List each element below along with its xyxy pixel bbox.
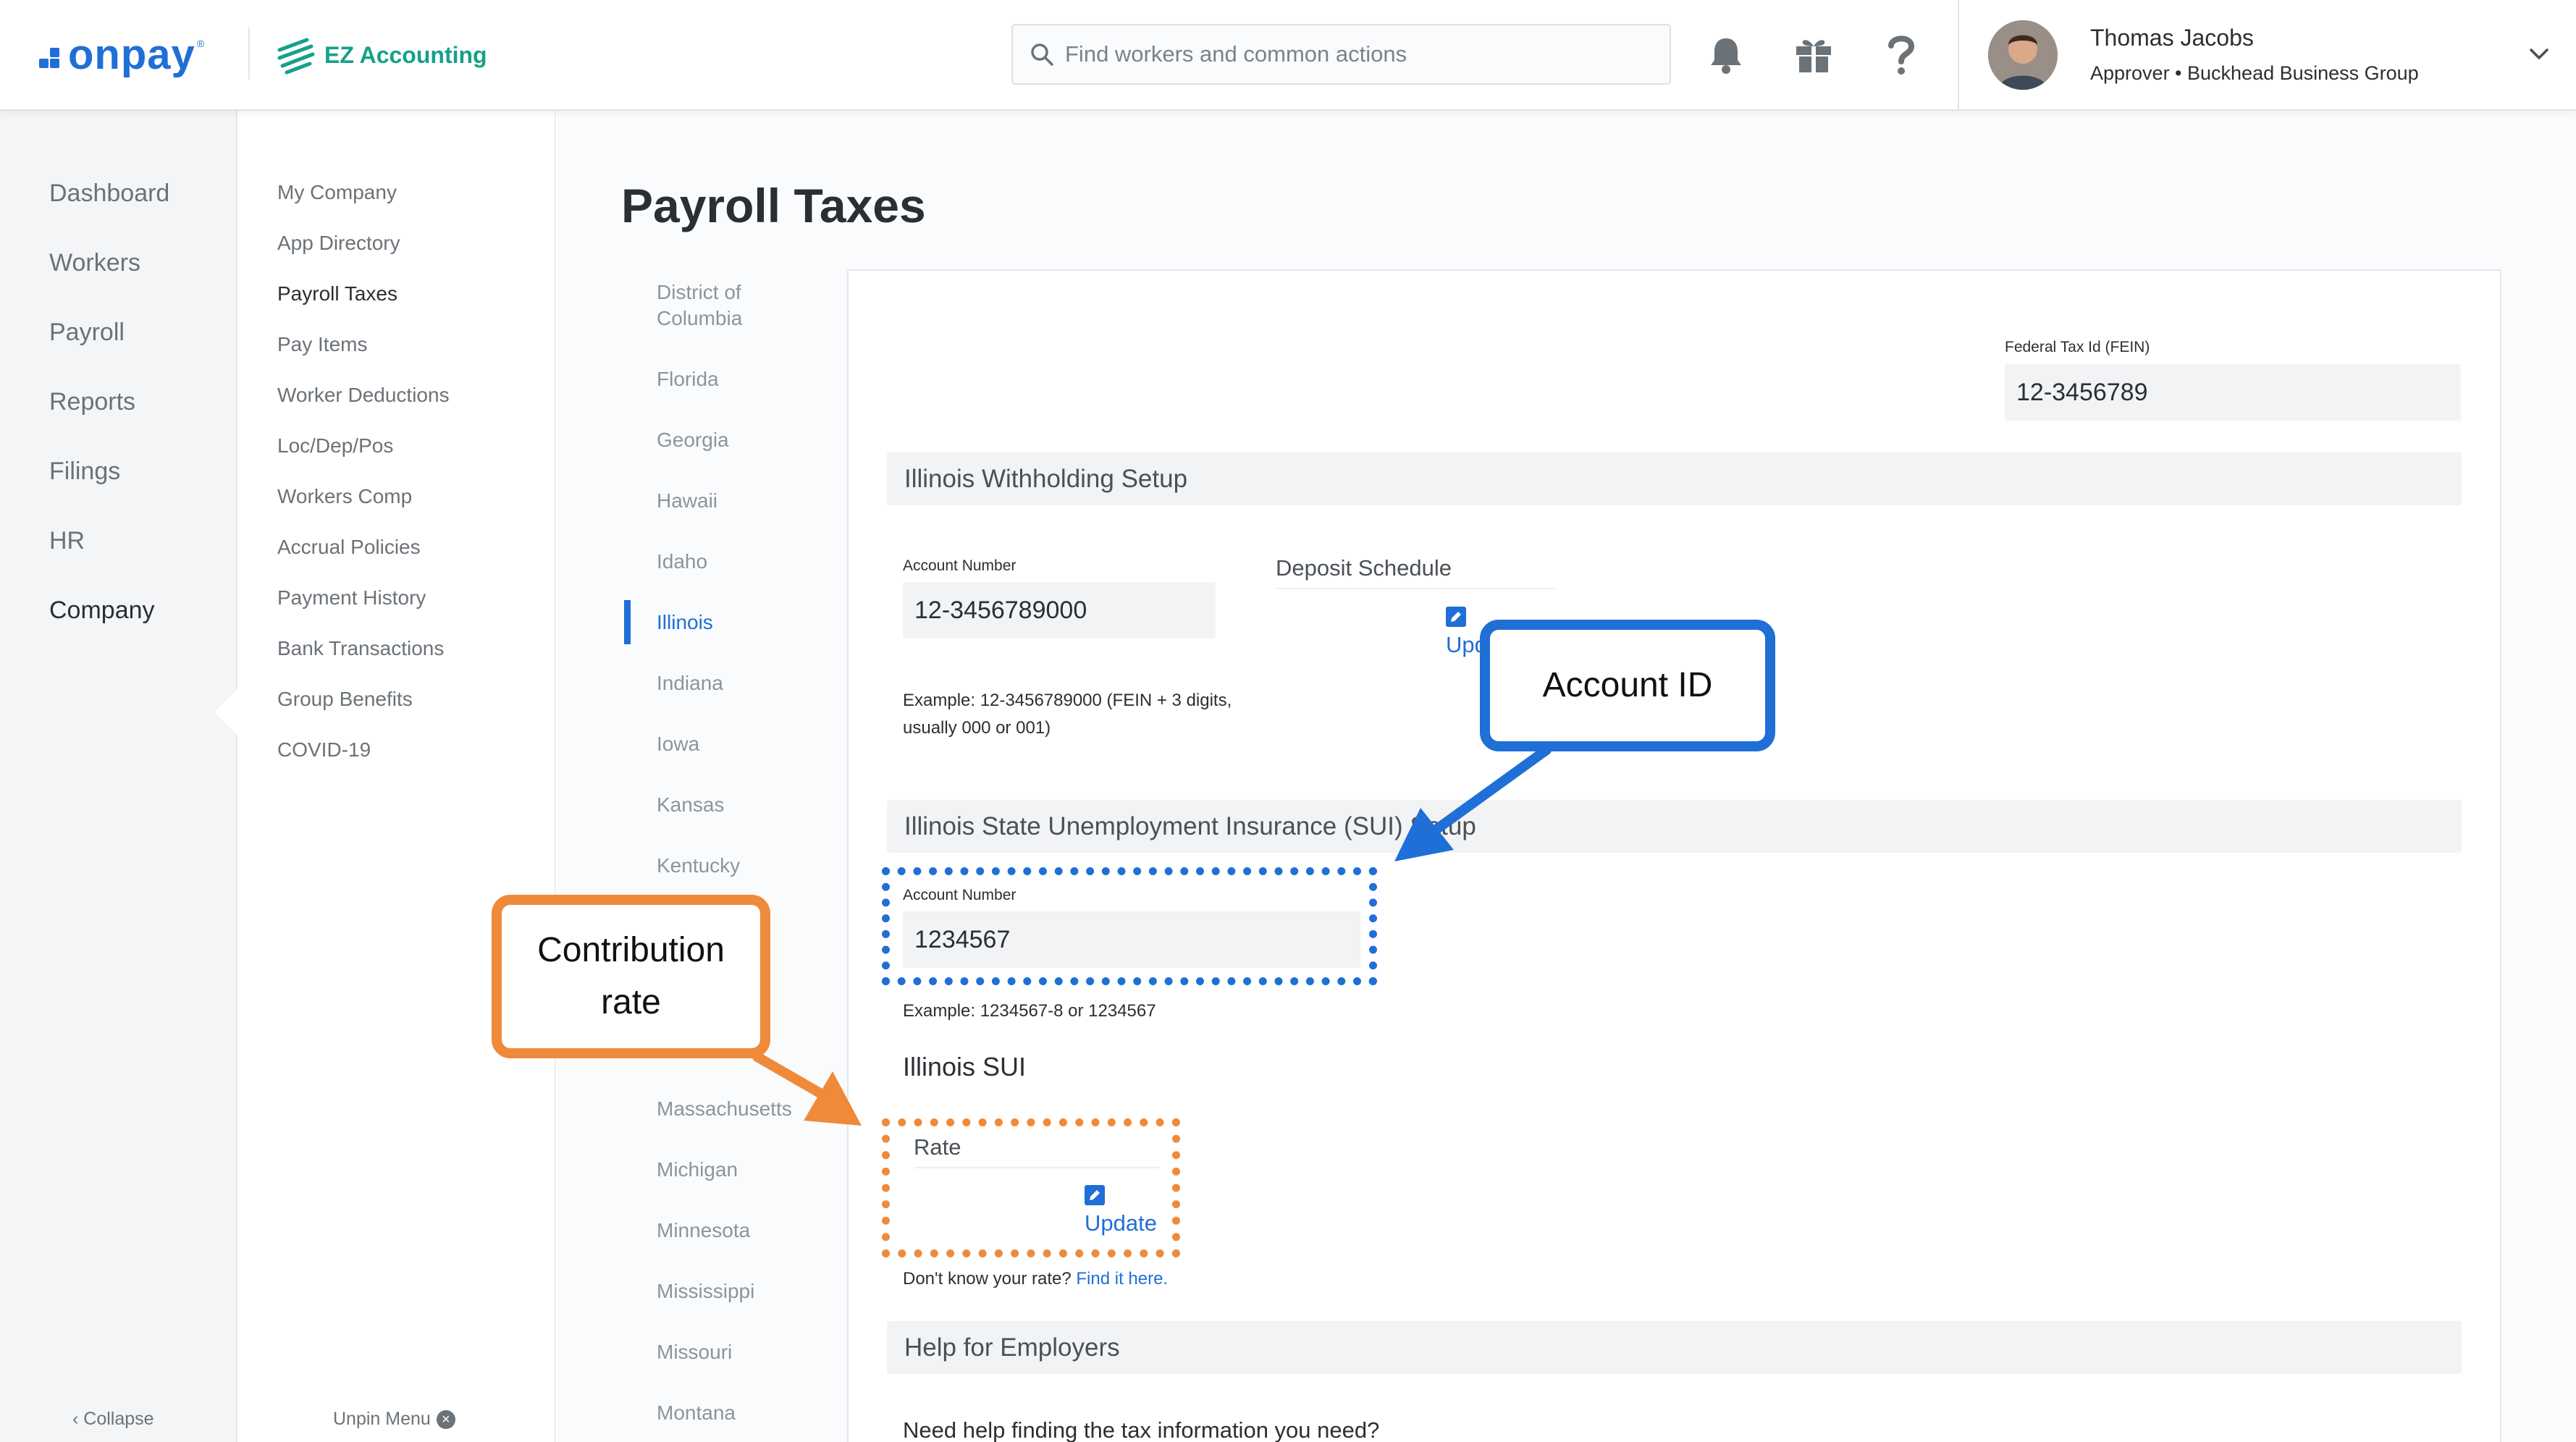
nav-item-workers[interactable]: Workers [49, 249, 140, 277]
fein-label: Federal Tax Id (FEIN) [2005, 339, 2150, 355]
state-item-hawaii[interactable]: Hawaii [657, 488, 717, 514]
logo-text: onpay [68, 30, 195, 78]
state-item-michigan[interactable]: Michigan [657, 1157, 738, 1183]
contribution-rate-callout-text: Contribution rate [537, 931, 725, 1021]
notifications-button[interactable] [1703, 32, 1749, 78]
main-navigation: Dashboard Workers Payroll Reports Filing… [0, 111, 239, 1442]
search-icon [1031, 43, 1053, 66]
unpin-menu-label: Unpin Menu [333, 1409, 431, 1429]
fein-field[interactable]: 12-3456789 [2005, 364, 2461, 421]
withholding-section-header: Illinois Withholding Setup [887, 452, 2462, 505]
logo-divider [248, 28, 250, 80]
ez-accounting-logo[interactable]: EZ Accounting [275, 32, 487, 78]
avatar[interactable] [1988, 20, 2058, 90]
subnav-item-bank-transactions[interactable]: Bank Transactions [277, 637, 444, 660]
nav-item-reports[interactable]: Reports [49, 388, 135, 416]
ez-accounting-text: EZ Accounting [324, 41, 487, 68]
subnav-item-covid-19[interactable]: COVID-19 [277, 738, 371, 762]
search-box[interactable] [1011, 24, 1671, 85]
sui-account-example: Example: 1234567-8 or 1234567 [903, 1001, 1156, 1021]
state-item-district-of-columbia[interactable]: District of Columbia [657, 279, 742, 332]
logo-registered-mark: ® [196, 38, 205, 49]
state-item-missouri[interactable]: Missouri [657, 1339, 732, 1365]
deposit-schedule-divider [1276, 588, 1555, 589]
logo-mark [39, 40, 64, 69]
page-title: Payroll Taxes [621, 179, 926, 232]
state-item-massachusetts[interactable]: Massachusetts [657, 1096, 792, 1122]
close-circle-icon: × [436, 1409, 455, 1429]
account-id-callout: Account ID [1480, 620, 1775, 751]
gifts-button[interactable] [1790, 32, 1837, 78]
state-item-illinois[interactable]: Illinois [657, 610, 713, 636]
search-input[interactable] [1065, 41, 1644, 67]
sui-rate-hint-text: Don't know your rate? [903, 1269, 1072, 1289]
find-rate-link[interactable]: Find it here. [1076, 1269, 1168, 1289]
help-icon [1888, 35, 1915, 75]
collapse-button[interactable]: ‹ Collapse [72, 1409, 154, 1430]
nav-item-company[interactable]: Company [49, 596, 155, 625]
withholding-account-example: Example: 12-3456789000 (FEIN + 3 digits,… [903, 691, 1232, 738]
state-item-georgia[interactable]: Georgia [657, 427, 729, 453]
subnav-item-payment-history[interactable]: Payment History [277, 586, 426, 610]
user-name: Thomas Jacobs [2090, 25, 2254, 51]
contribution-rate-callout: Contribution rate [492, 895, 770, 1058]
unpin-menu-button[interactable]: Unpin Menu × [333, 1409, 455, 1430]
subnav-item-loc-dep-pos[interactable]: Loc/Dep/Pos [277, 434, 393, 458]
withholding-account-field[interactable]: 12-3456789000 [903, 582, 1216, 638]
state-item-minnesota[interactable]: Minnesota [657, 1218, 750, 1244]
contribution-rate-highlight [882, 1118, 1180, 1257]
subnav-item-accrual-policies[interactable]: Accrual Policies [277, 536, 421, 559]
nav-item-dashboard[interactable]: Dashboard [49, 180, 169, 208]
sui-rate-hint: Don't know your rate? Find it here. [903, 1265, 1168, 1293]
state-item-florida[interactable]: Florida [657, 366, 719, 392]
pencil-icon [1451, 612, 1461, 622]
ez-accounting-mark-icon [277, 38, 315, 75]
state-item-indiana[interactable]: Indiana [657, 670, 723, 696]
chevron-down-icon[interactable] [2527, 42, 2551, 67]
sui-rate-heading: Illinois SUI [903, 1052, 1027, 1082]
company-subnav: My Company App Directory Payroll Taxes P… [237, 111, 556, 1442]
sui-section-header: Illinois State Unemployment Insurance (S… [887, 800, 2462, 853]
subnav-item-pay-items[interactable]: Pay Items [277, 333, 367, 356]
subnav-item-group-benefits[interactable]: Group Benefits [277, 688, 413, 711]
subnav-item-workers-comp[interactable]: Workers Comp [277, 485, 412, 508]
help-button[interactable] [1878, 32, 1924, 78]
top-bar: onpay ® EZ Accounting Find workers and c… [0, 0, 2576, 111]
gift-icon [1796, 40, 1831, 72]
nav-item-payroll[interactable]: Payroll [49, 319, 125, 347]
user-divider [1958, 0, 1959, 111]
onpay-logo[interactable]: onpay ® [39, 30, 204, 78]
state-item-kentucky[interactable]: Kentucky [657, 853, 740, 879]
subnav-item-app-directory[interactable]: App Directory [277, 232, 400, 255]
help-section-header: Help for Employers [887, 1321, 2462, 1374]
state-item-idaho[interactable]: Idaho [657, 549, 707, 575]
account-id-highlight [882, 867, 1377, 985]
state-item-mississippi[interactable]: Mississippi [657, 1278, 754, 1304]
state-item-iowa[interactable]: Iowa [657, 731, 699, 757]
nav-item-filings[interactable]: Filings [49, 458, 120, 486]
withholding-account-label: Account Number [903, 557, 1016, 574]
collapse-label: Collapse [83, 1409, 154, 1429]
subnav-item-payroll-taxes[interactable]: Payroll Taxes [277, 282, 397, 305]
state-item-kansas[interactable]: Kansas [657, 792, 724, 818]
subnav-item-worker-deductions[interactable]: Worker Deductions [277, 384, 450, 407]
active-state-indicator [624, 600, 631, 644]
subnav-item-my-company[interactable]: My Company [277, 181, 397, 204]
help-question: Need help finding the tax information yo… [903, 1417, 1380, 1442]
bell-icon [1711, 38, 1741, 74]
edit-icon[interactable] [1446, 607, 1466, 627]
nav-item-hr[interactable]: HR [49, 527, 85, 555]
active-nav-pointer [214, 688, 239, 737]
deposit-schedule-label: Deposit Schedule [1276, 555, 1452, 581]
user-portrait [1988, 20, 2058, 90]
user-role: Approver • Buckhead Business Group [2090, 62, 2419, 84]
state-item-montana[interactable]: Montana [657, 1400, 736, 1426]
chevron-left-icon: ‹ [72, 1409, 79, 1429]
